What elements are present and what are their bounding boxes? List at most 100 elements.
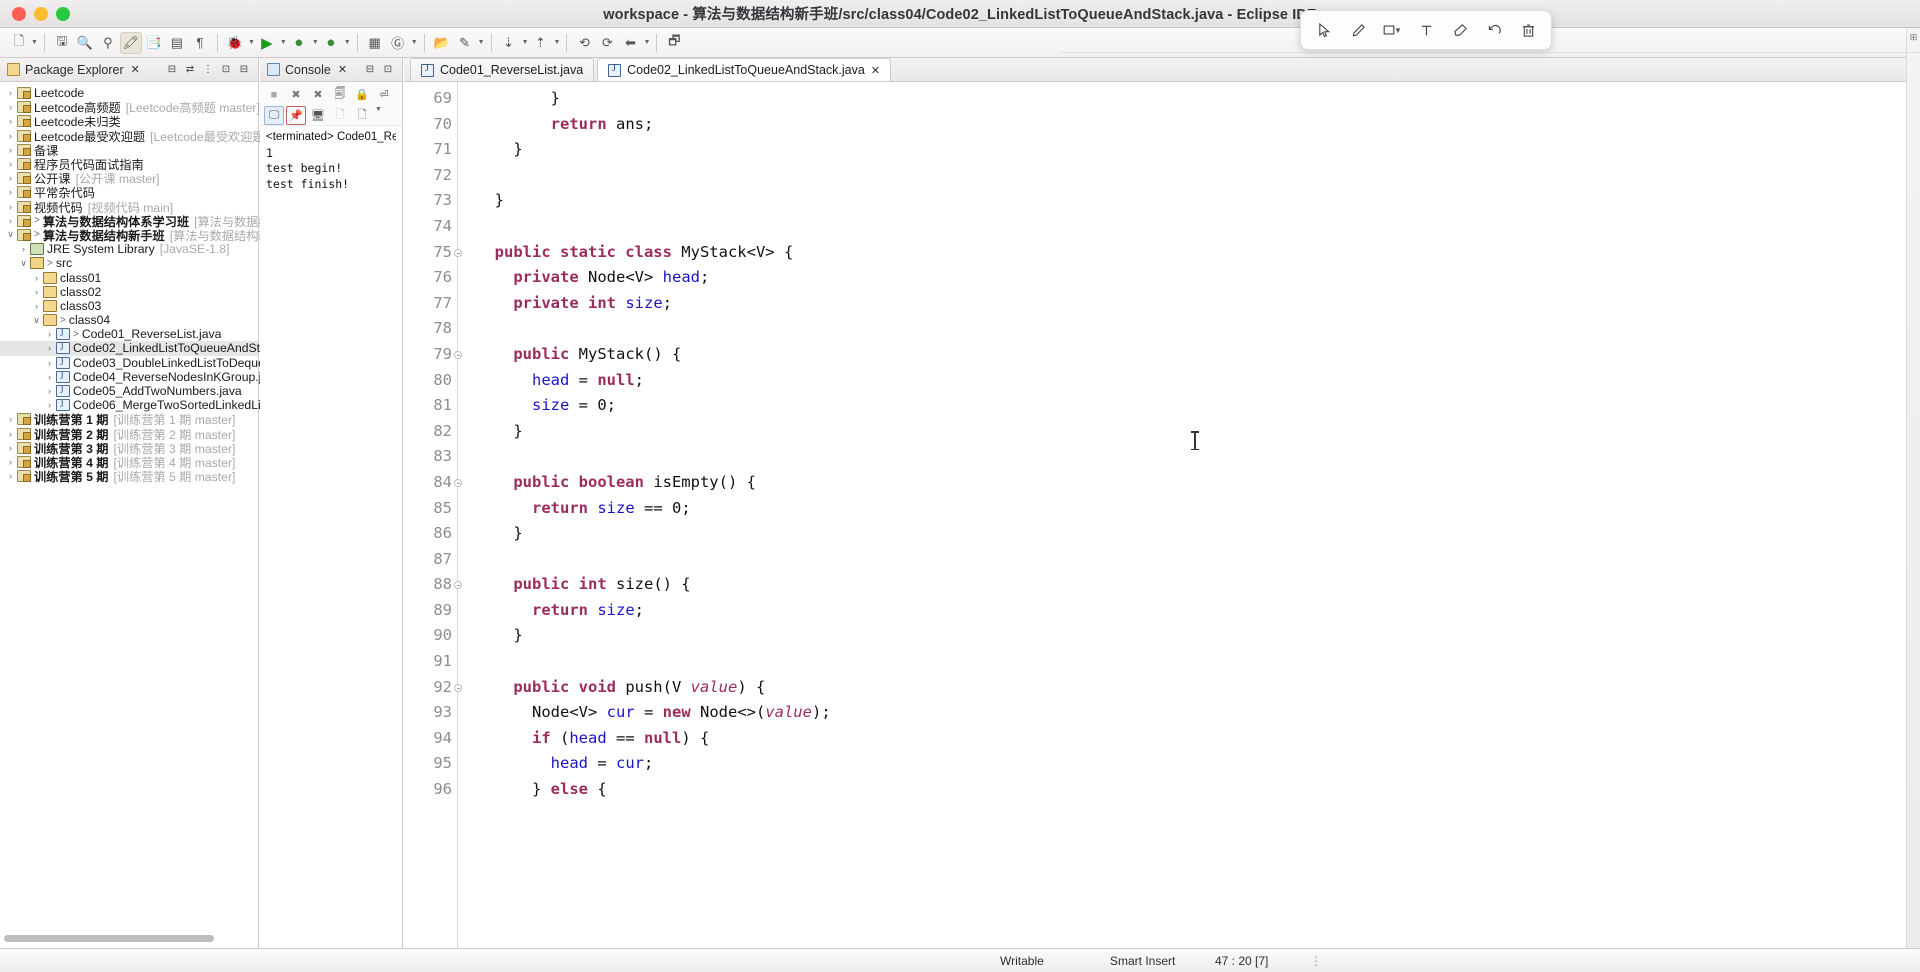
- code-line[interactable]: public boolean isEmpty() {: [476, 470, 1920, 496]
- open-task-icon[interactable]: 📂: [431, 32, 453, 54]
- package-explorer-hscrollbar[interactable]: [4, 935, 214, 942]
- code-line[interactable]: private Node<V> head;: [476, 265, 1920, 291]
- code-line[interactable]: [476, 649, 1920, 675]
- close-window-button[interactable]: [12, 6, 26, 21]
- rectangle-icon[interactable]: ▼: [1379, 17, 1405, 43]
- chevron-right-icon[interactable]: [43, 343, 56, 353]
- code-line[interactable]: } else {: [476, 777, 1920, 803]
- code-line[interactable]: private int size;: [476, 291, 1920, 317]
- chevron-down-icon[interactable]: ▼: [31, 39, 38, 46]
- tree-item[interactable]: >算法与数据结构新手班[算法与数据结构新手班 main]: [0, 228, 328, 243]
- tree-item[interactable]: Code05_AddTwoNumbers.java: [0, 384, 258, 398]
- chevron-right-icon[interactable]: [4, 102, 17, 112]
- code-line[interactable]: }: [476, 188, 1920, 214]
- pin-console-icon[interactable]: 📌: [286, 106, 306, 125]
- chevron-down-icon[interactable]: [30, 315, 43, 326]
- new-console-view-icon[interactable]: 🗋: [352, 106, 372, 125]
- chevron-down-icon[interactable]: ▼: [312, 39, 319, 46]
- code-viewport[interactable]: 69 70 71 72 73 74 75 76 77 78 79 80 81 82 83 84 85 86 87 88…: [404, 82, 1920, 948]
- new-editor-icon[interactable]: 🗗: [663, 32, 685, 54]
- back-icon[interactable]: ⟲: [573, 32, 595, 54]
- chevron-right-icon[interactable]: [4, 116, 17, 126]
- chevron-down-icon[interactable]: ▼: [478, 39, 485, 46]
- link-editor-icon[interactable]: ⇄: [183, 63, 197, 77]
- tab-package-explorer[interactable]: Package Explorer ✕: [4, 63, 143, 77]
- chevron-down-icon[interactable]: ▼: [344, 39, 351, 46]
- perspective-switcher-icon[interactable]: ⊞: [1907, 32, 1920, 43]
- tree-item[interactable]: >Code01_ReverseList.java: [0, 327, 258, 341]
- chevron-right-icon[interactable]: [43, 358, 56, 368]
- chevron-right-icon[interactable]: [4, 216, 17, 226]
- close-icon[interactable]: ✕: [338, 63, 347, 76]
- new-java-package-icon[interactable]: ▦: [364, 32, 386, 54]
- collapse-all-icon[interactable]: ⊟: [165, 63, 179, 77]
- fold-toggle-icon[interactable]: [454, 478, 462, 487]
- code-line[interactable]: Node<V> cur = new Node<>(value);: [476, 700, 1920, 726]
- minimize-window-button[interactable]: [34, 6, 48, 21]
- chevron-right-icon[interactable]: [30, 287, 43, 297]
- remove-launch-icon[interactable]: ✖: [286, 85, 306, 104]
- chevron-down-icon[interactable]: [17, 258, 30, 269]
- chevron-right-icon[interactable]: [30, 301, 43, 311]
- forward-icon[interactable]: ⟳: [596, 32, 618, 54]
- minimize-view-icon[interactable]: ⊟: [363, 63, 377, 77]
- code-line[interactable]: }: [476, 623, 1920, 649]
- editor-tab[interactable]: Code01_ReverseList.java: [410, 58, 595, 81]
- view-menu-icon[interactable]: ⋮: [201, 63, 215, 77]
- pilcrow-icon[interactable]: ¶: [189, 32, 211, 54]
- chevron-down-icon[interactable]: ▼: [280, 39, 287, 46]
- source-code[interactable]: } return ans; } } public static class My…: [458, 82, 1920, 948]
- fold-toggle-icon[interactable]: [454, 683, 462, 692]
- tree-item[interactable]: 训练营第 5 期 [训练营第 5 期 master]: [0, 469, 258, 484]
- chevron-down-icon[interactable]: ▼: [643, 39, 650, 46]
- profile-icon[interactable]: ●: [320, 32, 342, 54]
- tree-item[interactable]: JRE System Library [JavaSE-1.8]: [0, 242, 258, 256]
- tree-item[interactable]: Code04_ReverseNodesInKGroup.java: [0, 370, 281, 384]
- code-line[interactable]: return size;: [476, 598, 1920, 624]
- display-selected-console-icon[interactable]: 🖥: [308, 106, 328, 125]
- chevron-right-icon[interactable]: [4, 173, 17, 183]
- next-annotation-icon[interactable]: ⇡: [530, 32, 552, 54]
- previous-annotation-icon[interactable]: ⇣: [498, 32, 520, 54]
- new-wizard-icon[interactable]: 🗋: [8, 32, 30, 54]
- package-explorer-tree[interactable]: LeetcodeLeetcode高频题[Leetcode高频题 master]L…: [0, 82, 335, 484]
- chevron-down-icon[interactable]: [4, 229, 17, 240]
- text-icon[interactable]: [1413, 17, 1439, 43]
- editor-tab[interactable]: Code02_LinkedListToQueueAndStack.java ✕: [597, 58, 892, 81]
- code-line[interactable]: public static class MyStack<V> {: [476, 240, 1920, 266]
- code-line[interactable]: [476, 547, 1920, 573]
- search-icon[interactable]: 🔍: [74, 32, 96, 54]
- fold-toggle-icon[interactable]: [454, 248, 462, 257]
- save-icon[interactable]: 🖫: [51, 32, 73, 54]
- chevron-right-icon[interactable]: [43, 372, 56, 382]
- debug-icon[interactable]: 🐞: [224, 32, 246, 54]
- chevron-down-icon[interactable]: ▼: [248, 39, 255, 46]
- chevron-down-icon[interactable]: ▼: [375, 106, 382, 125]
- word-wrap-icon[interactable]: ⏎: [374, 85, 394, 104]
- chevron-down-icon[interactable]: ▼: [1394, 26, 1402, 35]
- code-line[interactable]: head = cur;: [476, 751, 1920, 777]
- maximize-view-icon[interactable]: ⊡: [381, 63, 395, 77]
- code-line[interactable]: }: [476, 521, 1920, 547]
- tree-item[interactable]: Code03_DoubleLinkedListToDeque.java: [0, 356, 291, 370]
- pen-icon[interactable]: [1345, 17, 1371, 43]
- tree-item[interactable]: >src: [0, 256, 258, 270]
- code-line[interactable]: [476, 214, 1920, 240]
- show-console-icon[interactable]: 🖵: [264, 106, 284, 125]
- history-back-icon[interactable]: ⬅: [619, 32, 641, 54]
- chevron-right-icon[interactable]: [4, 457, 17, 467]
- close-icon[interactable]: ✕: [871, 64, 880, 77]
- tree-item[interactable]: Code02_LinkedListToQueueAndStack.java: [0, 341, 305, 356]
- eraser-icon[interactable]: [1447, 17, 1473, 43]
- highlight-icon[interactable]: 🖍: [119, 31, 142, 54]
- remove-all-terminated-icon[interactable]: ✖: [308, 85, 328, 104]
- code-line[interactable]: if (head == null) {: [476, 726, 1920, 752]
- open-type-icon[interactable]: ⚲: [97, 32, 119, 54]
- quick-access-icon[interactable]: ✎: [454, 32, 476, 54]
- minimize-view-icon[interactable]: ⊡: [219, 63, 233, 77]
- terminate-icon[interactable]: ■: [264, 85, 284, 104]
- code-line[interactable]: public MyStack() {: [476, 342, 1920, 368]
- trash-icon[interactable]: [1515, 17, 1541, 43]
- code-line[interactable]: [476, 316, 1920, 342]
- new-java-class-icon[interactable]: Ⓖ: [387, 32, 409, 54]
